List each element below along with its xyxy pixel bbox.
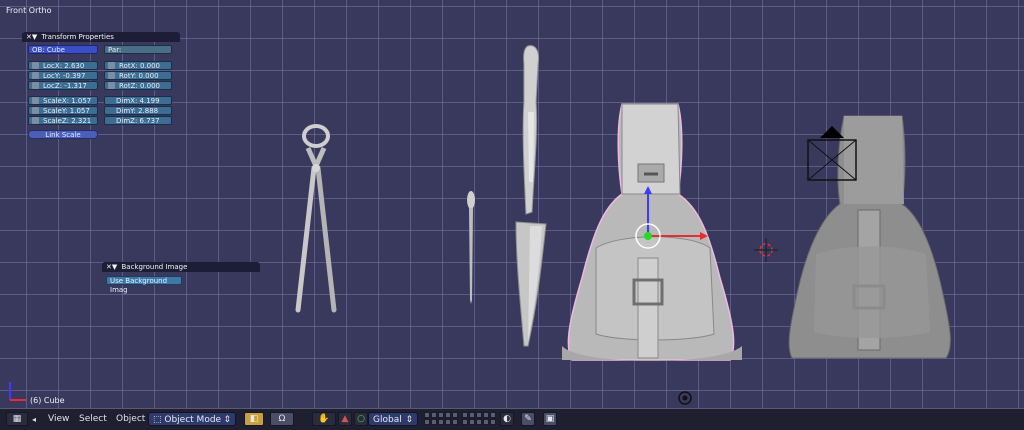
lock-icon[interactable] [32,72,39,79]
manipulator-toggle-icon[interactable]: ✋ [312,412,336,426]
updown-icon: ⇕ [405,415,413,425]
lock-icon[interactable] [32,62,39,69]
tongs-model[interactable] [288,118,344,318]
object-name-field[interactable]: OB: Cube [28,45,98,54]
lock-layers-icon[interactable]: ◐ [500,412,514,426]
dim-y-field[interactable]: DimY: 2.888 [104,106,172,115]
axis-gizmo [9,382,26,401]
lock-icon[interactable] [32,117,39,124]
orientation-dropdown[interactable]: Global ⇕ [368,412,418,426]
knife-handle-model[interactable] [514,42,548,218]
updown-icon: ⇕ [223,415,231,425]
link-scale-button[interactable]: Link Scale [28,130,98,139]
loc-y-field[interactable]: LocY: -0.397 [28,71,98,80]
translate-icon[interactable]: ▲ [338,412,352,426]
lock-icon[interactable] [32,97,39,104]
parent-field[interactable]: Par: [104,45,172,54]
rotate-icon[interactable]: ○ [354,412,368,426]
dim-z-field[interactable]: DimZ: 6.737 [104,116,172,125]
background-panel-title: Background Image [121,263,188,271]
knife-blade-model[interactable] [512,220,552,348]
transform-panel-header[interactable]: ✕▼ Transform Properties [22,32,180,42]
draw-type-icon[interactable]: ◧ [244,412,264,426]
lock-icon[interactable] [108,82,115,89]
transform-manipulator[interactable] [630,186,710,250]
menu-object[interactable]: Object [116,412,145,427]
render-opengl-icon[interactable]: ✎ [521,412,535,426]
close-icon[interactable]: ✕▼ [106,263,117,271]
3d-cursor-icon [754,238,778,262]
background-panel-header[interactable]: ✕▼ Background Image [102,262,260,272]
editor-type-icon[interactable]: ▦ [6,412,28,426]
lock-icon[interactable] [108,72,115,79]
pivot-icon[interactable]: Ω [270,412,294,426]
loc-z-field[interactable]: LocZ: -1.317 [28,81,98,90]
menu-view[interactable]: View [48,412,69,427]
viewport-header: ▦ ◂ View Select Object ⬚ Object Mode ⇕ ◧ … [0,408,1024,430]
transform-panel-title: Transform Properties [41,33,114,41]
camera-object[interactable] [804,124,860,184]
awl-model[interactable] [460,188,482,306]
rot-y-field[interactable]: RotY: 0.000 [104,71,172,80]
close-icon[interactable]: ✕▼ [26,33,37,41]
rot-x-field[interactable]: RotX: 0.000 [104,61,172,70]
loc-x-field[interactable]: LocX: 2.630 [28,61,98,70]
lock-icon[interactable] [32,82,39,89]
scale-z-field[interactable]: ScaleZ: 2.321 [28,116,98,125]
active-object-label: (6) Cube [30,396,65,405]
scale-x-field[interactable]: ScaleX: 1.057 [28,96,98,105]
lock-icon[interactable] [108,62,115,69]
layer-buttons-group-1[interactable] [424,412,458,425]
scale-y-field[interactable]: ScaleY: 1.057 [28,106,98,115]
mode-dropdown[interactable]: ⬚ Object Mode ⇕ [148,412,236,426]
dim-x-field[interactable]: DimX: 4.199 [104,96,172,105]
use-background-image-button[interactable]: Use Background Imag [106,276,182,294]
lock-icon[interactable] [32,107,39,114]
rot-z-field[interactable]: RotZ: 0.000 [104,81,172,90]
3d-viewport[interactable]: Front Ortho ✕▼ Transform Properties OB: … [0,0,1024,408]
menu-select[interactable]: Select [79,412,107,427]
layer-buttons-group-2[interactable] [462,412,496,425]
render-image-icon[interactable]: ▣ [543,412,557,426]
lamp-object[interactable] [676,390,694,406]
object-mode-icon: ⬚ [153,415,165,425]
view-title: Front Ortho [6,6,52,15]
collapse-menu-icon[interactable]: ◂ [32,412,36,427]
